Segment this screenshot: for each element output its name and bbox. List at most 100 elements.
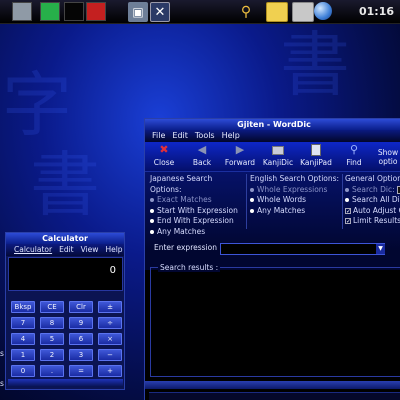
chevron-down-icon[interactable]: ▼	[376, 244, 385, 254]
back-label: Back	[192, 158, 212, 167]
key-0[interactable]: 0	[11, 365, 35, 377]
general-options: General Options: Search Dic: Search All …	[345, 174, 400, 227]
key-3[interactable]: 3	[69, 349, 93, 361]
background-glyph: 字	[2, 64, 72, 146]
radio-label: Start With Expression	[157, 205, 238, 215]
notes-icon[interactable]	[266, 2, 288, 22]
results-area[interactable]	[151, 273, 400, 376]
gjiten-title[interactable]: Gjiten - WordDic	[145, 119, 400, 130]
key-8[interactable]: 8	[40, 317, 64, 329]
radio-dot-icon	[150, 208, 154, 213]
radio-label: End With Expression	[157, 216, 234, 225]
checkbox-limit-results[interactable]: ✓ Limit Results	[345, 216, 400, 227]
key-backspace[interactable]: Bksp	[11, 301, 35, 313]
forward-label: Forward	[224, 158, 256, 167]
menu-edit[interactable]: Edit	[59, 244, 74, 256]
key-5[interactable]: 5	[40, 333, 64, 345]
monitor-icon[interactable]: ▣	[128, 2, 148, 22]
menu-file[interactable]: File	[152, 130, 165, 142]
radio-dot-icon	[345, 187, 349, 192]
show-options-label-2: optio	[378, 157, 398, 166]
offscreen-label: s	[0, 349, 4, 358]
radio-whole-expressions[interactable]: Whole Expressions	[250, 185, 342, 196]
key-4[interactable]: 4	[11, 333, 35, 345]
gjiten-window: Gjiten - WordDic File Edit Tools Help ✖ …	[144, 118, 400, 400]
radio-start-with-expression[interactable]: Start With Expression	[150, 206, 242, 217]
radio-dot-icon	[345, 198, 349, 202]
workspace-2-icon[interactable]	[40, 2, 60, 21]
radio-dot-icon	[250, 198, 254, 202]
panel-clock[interactable]: 01:16	[359, 5, 394, 18]
keyboard-icon[interactable]	[292, 2, 314, 22]
kanjidic-button[interactable]: KanjiDic	[259, 144, 297, 172]
workspace-4-icon[interactable]	[86, 2, 106, 21]
offscreen-label: s	[0, 379, 4, 388]
key-clear[interactable]: Clr	[69, 301, 93, 313]
kanjipad-button[interactable]: KanjiPad	[297, 144, 335, 172]
menu-calculator[interactable]: Calculator	[14, 244, 52, 256]
menu-edit[interactable]: Edit	[172, 130, 188, 142]
radio-label: Whole Words	[257, 195, 307, 204]
kanjipad-label: KanjiPad	[300, 158, 332, 167]
key-2[interactable]: 2	[40, 349, 64, 361]
radio-any-matches-en[interactable]: Any Matches	[250, 206, 342, 217]
english-options-heading: English Search Options:	[250, 174, 340, 183]
key-9[interactable]: 9	[69, 317, 93, 329]
radio-dot-icon	[150, 198, 154, 202]
tools-icon[interactable]: ✕	[150, 2, 170, 22]
back-button[interactable]: ◀ Back	[183, 144, 221, 172]
radio-any-matches-jp[interactable]: Any Matches	[150, 227, 242, 238]
radio-label: Whole Expressions	[257, 184, 328, 194]
key-decimal[interactable]: .	[40, 365, 64, 377]
radio-label: Search Dic:	[352, 184, 395, 194]
key-equals[interactable]: =	[69, 365, 93, 377]
checkbox-auto-adjust[interactable]: ✓Auto Adjust Op	[345, 206, 400, 217]
key-subtract[interactable]: −	[98, 349, 122, 361]
radio-end-with-expression[interactable]: End With Expression	[150, 216, 242, 227]
background-glyph: 書	[280, 24, 350, 106]
calculator-statusbar	[8, 379, 123, 387]
globe-icon[interactable]	[314, 2, 332, 20]
radio-search-dic[interactable]: Search Dic:	[345, 185, 400, 196]
checkbox-label: Limit Results	[353, 216, 400, 225]
key-1[interactable]: 1	[11, 349, 35, 361]
radio-whole-words[interactable]: Whole Words	[250, 195, 342, 206]
key-plus-minus[interactable]: ±	[98, 301, 122, 313]
menu-view[interactable]: View	[81, 244, 99, 256]
radio-dot-icon	[150, 219, 154, 223]
key-add[interactable]: +	[98, 365, 122, 377]
key-6[interactable]: 6	[69, 333, 93, 345]
expression-input[interactable]	[220, 243, 385, 255]
expression-label: Enter expression :	[154, 243, 222, 252]
close-button[interactable]: ✖ Close	[145, 144, 183, 172]
workspace-1-icon[interactable]	[12, 2, 32, 21]
find-label: Find	[346, 158, 362, 167]
key-clear-entry[interactable]: CE	[40, 301, 64, 313]
key-7[interactable]: 7	[11, 317, 35, 329]
search-icon[interactable]: ⚲	[236, 2, 256, 22]
workspace-3-icon[interactable]	[64, 2, 84, 21]
japanese-options: Japanese Search Options: Exact Matches S…	[150, 174, 242, 237]
radio-search-all-dict[interactable]: Search All Dict	[345, 195, 400, 206]
calculator-menubar: Calculator Edit View Help	[6, 244, 124, 256]
key-divide[interactable]: ÷	[98, 317, 122, 329]
radio-label: Search All Dict	[352, 195, 400, 204]
menu-tools[interactable]: Tools	[195, 130, 215, 142]
status-bar	[149, 392, 400, 400]
show-options-button[interactable]: Show optio	[373, 144, 400, 172]
radio-exact-matches[interactable]: Exact Matches	[150, 195, 242, 206]
results-label: Search results :	[158, 263, 221, 272]
calculator-display: 0	[8, 257, 123, 291]
calculator-title[interactable]: Calculator	[6, 233, 124, 244]
key-multiply[interactable]: ×	[98, 333, 122, 345]
search-options-area: Japanese Search Options: Exact Matches S…	[145, 172, 400, 270]
find-button[interactable]: ⚲ Find	[335, 144, 373, 172]
close-icon: ✖	[159, 143, 169, 156]
radio-label: Any Matches	[157, 226, 206, 236]
menu-help[interactable]: Help	[105, 244, 122, 256]
horizontal-scrollbar[interactable]	[145, 381, 400, 389]
japanese-options-heading: Japanese Search Options:	[150, 174, 213, 194]
menu-help[interactable]: Help	[222, 130, 240, 142]
back-arrow-icon: ◀	[197, 143, 207, 156]
forward-button[interactable]: ▶ Forward	[221, 144, 259, 172]
